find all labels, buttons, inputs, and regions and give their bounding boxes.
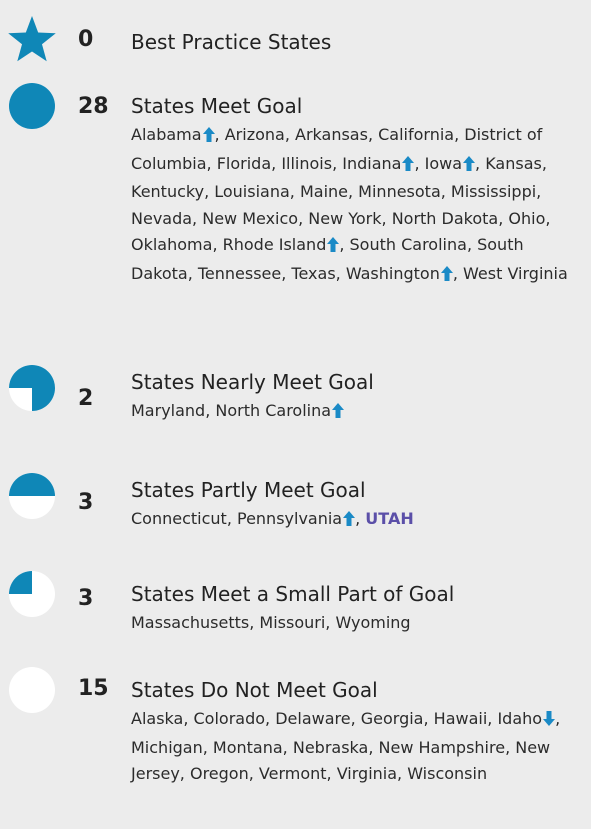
state-list: Connecticut, Pennsylvania, UTAH <box>131 506 579 535</box>
state-name: Michigan <box>131 737 203 757</box>
state-name: Alaska <box>131 709 184 728</box>
state-name: Hawaii <box>433 709 488 728</box>
state-name: Kansas <box>485 153 542 173</box>
state-name: New Mexico <box>202 208 299 228</box>
state-name: North Dakota <box>391 208 499 228</box>
state-name: South Carolina <box>349 235 467 254</box>
state-name: Nevada <box>131 208 193 228</box>
state-name: Connecticut <box>131 509 227 528</box>
state-name: Indiana <box>342 153 402 173</box>
up-arrow-icon <box>343 508 356 535</box>
state-list: Alaska, Colorado, Delaware, Georgia, Haw… <box>131 708 561 783</box>
state-name: Texas <box>291 263 336 283</box>
up-arrow-icon <box>202 124 215 151</box>
state-name: Nebraska <box>292 737 369 757</box>
state-name: Mississippi <box>450 182 537 201</box>
empty-circle-icon <box>6 664 58 716</box>
state-name: Vermont <box>258 764 327 783</box>
group-count: 2 <box>78 386 94 411</box>
state-name: Iowa <box>424 153 463 173</box>
up-arrow-icon <box>463 153 476 180</box>
group-count: 3 <box>78 490 94 515</box>
state-name: Tennessee <box>197 263 282 283</box>
state-name: Delaware <box>275 709 351 728</box>
down-arrow-icon <box>543 708 556 735</box>
state-name: UTAH <box>365 509 414 528</box>
group-count: 15 <box>78 676 109 701</box>
up-arrow-icon <box>332 400 345 427</box>
state-name: California <box>378 125 455 144</box>
state-name: Alabama <box>131 125 202 144</box>
group-title: States Partly Meet Goal <box>131 478 366 502</box>
group-title: States Do Not Meet Goal <box>131 678 378 702</box>
state-name: Missouri <box>259 613 326 632</box>
state-name: Georgia <box>360 709 424 728</box>
up-arrow-icon <box>440 263 453 290</box>
group-count: 28 <box>78 94 109 119</box>
state-name: Virginia <box>336 764 398 783</box>
state-name: West Virginia <box>463 263 568 283</box>
up-arrow-icon <box>327 234 340 261</box>
state-name: Illinois <box>281 153 333 173</box>
state-list: Massachusetts, Missouri, Wyoming <box>131 613 411 632</box>
state-name: North Carolina <box>215 401 332 420</box>
state-name: Louisiana <box>214 182 290 201</box>
state-name: Arizona <box>224 125 285 144</box>
group-count: 0 <box>78 27 94 52</box>
state-name: Pennsylvania <box>236 509 343 528</box>
state-name: Ohio <box>508 208 546 228</box>
star-icon <box>6 14 58 66</box>
state-name: Massachusetts <box>131 613 250 632</box>
state-name: Idaho <box>497 709 543 728</box>
three-quarter-circle-icon <box>6 362 58 414</box>
state-name: Oregon <box>189 764 249 783</box>
state-name: Arkansas <box>295 125 368 144</box>
quarter-circle-icon <box>6 568 58 620</box>
state-name: Colorado <box>193 709 266 728</box>
full-circle-icon <box>6 80 58 132</box>
state-name: Minnesota <box>358 182 441 201</box>
state-name: Wisconsin <box>407 764 488 783</box>
state-name: Florida <box>216 153 272 173</box>
state-name: Maryland <box>131 401 206 420</box>
state-name: Montana <box>212 737 283 757</box>
state-name: Wyoming <box>335 613 411 632</box>
group-title: Best Practice States <box>131 30 332 54</box>
up-arrow-icon <box>402 153 415 180</box>
state-list: Maryland, North Carolina <box>131 398 579 427</box>
state-name: New York <box>308 208 382 228</box>
state-name: New Hampshire <box>378 737 506 757</box>
state-name: Oklahoma <box>131 235 213 254</box>
group-title: States Meet Goal <box>131 94 303 118</box>
state-name: Kentucky <box>131 182 205 201</box>
state-name: Maine <box>299 182 348 201</box>
state-name: Rhode Island <box>222 235 327 254</box>
state-list: Alabama, Arizona, Arkansas, California, … <box>131 122 579 289</box>
state-name: Washington <box>345 263 440 283</box>
group-title: States Meet a Small Part of Goal <box>131 582 455 606</box>
group-title: States Nearly Meet Goal <box>131 370 374 394</box>
group-count: 3 <box>78 586 94 611</box>
half-circle-icon <box>6 470 58 522</box>
